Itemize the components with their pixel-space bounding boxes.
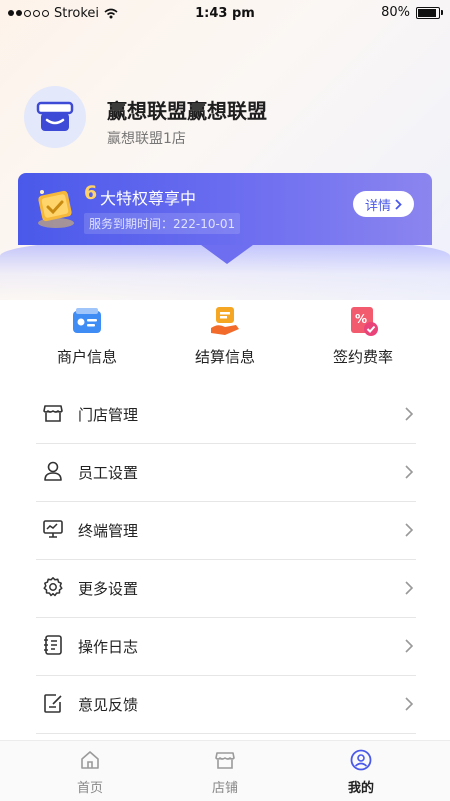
chevron-right-icon [395, 198, 402, 210]
battery-icon [416, 6, 443, 19]
menu-item-label: 终端管理 [78, 522, 139, 540]
branch-name: 赢想联盟1店 [107, 131, 186, 147]
user-icon [44, 461, 62, 481]
chevron-right-icon [405, 523, 414, 537]
menu-item-label: 门店管理 [78, 406, 139, 424]
chevron-right-icon [405, 697, 414, 711]
quick-action-label: 商户信息 [56, 348, 117, 366]
store-logo-icon [36, 101, 74, 131]
shop-icon [215, 752, 235, 769]
home-icon [81, 751, 99, 769]
quick-action-merchant-info[interactable]: 商户信息 [22, 298, 152, 367]
store-name: 赢想联盟赢想联盟 [107, 99, 267, 123]
tab-label: 我的 [347, 781, 374, 796]
tab-label: 店铺 [211, 781, 238, 796]
rate-icon: % [351, 307, 378, 336]
menu-item-operation-log[interactable]: 操作日志 [36, 618, 416, 676]
menu-item-label: 更多设置 [78, 580, 139, 598]
vip-banner[interactable]: 6 大特权尊享中 服务到期时间：222-10-01 详情 [18, 173, 432, 245]
feedback-icon [44, 694, 62, 713]
status-bar: Strokei 1:43 pm 80% [0, 0, 450, 28]
merchant-card-icon [73, 308, 101, 333]
monitor-icon [43, 520, 63, 538]
vip-privilege-count: 6 [84, 182, 98, 204]
detail-button-label: 详情 [364, 198, 391, 214]
tab-shop[interactable]: 店铺 [150, 747, 300, 796]
vip-badge-icon [38, 190, 74, 228]
quick-action-signed-rate[interactable]: % 签约费率 [298, 298, 428, 367]
vip-expire: 服务到期时间：222-10-01 [84, 213, 241, 234]
quick-action-label: 结算信息 [194, 348, 255, 366]
menu-item-terminal-management[interactable]: 终端管理 [36, 502, 416, 560]
vip-title: 大特权尊享中 [100, 189, 197, 208]
battery-area: 80% [381, 5, 443, 20]
profile-icon [350, 749, 372, 771]
menu-item-label: 员工设置 [78, 464, 139, 482]
bottom-tab-bar: 首页 店铺 我的 [0, 740, 450, 801]
menu-item-feedback[interactable]: 意见反馈 [36, 676, 416, 734]
detail-button[interactable]: 详情 [352, 191, 414, 217]
quick-actions: 商户信息 结算信息 % 签约费率 [0, 298, 450, 368]
menu-item-label: 意见反馈 [78, 696, 139, 714]
tab-mine[interactable]: 我的 [286, 747, 436, 796]
menu-item-label: 操作日志 [78, 638, 139, 656]
battery-percent: 80% [381, 5, 410, 20]
tab-home[interactable]: 首页 [15, 747, 165, 796]
quick-action-settlement-info[interactable]: 结算信息 [160, 298, 290, 367]
chevron-right-icon [405, 465, 414, 479]
chevron-right-icon [405, 407, 414, 421]
menu-item-more-settings[interactable]: 更多设置 [36, 560, 416, 618]
log-icon [44, 635, 62, 655]
chevron-right-icon [405, 581, 414, 595]
tab-label: 首页 [76, 781, 103, 796]
settlement-icon [211, 307, 239, 335]
vip-banner-notch [197, 242, 257, 264]
settings-menu: 门店管理 员工设置 终端管理 更多设置 操作日志 意见反馈 [36, 386, 416, 734]
store-avatar[interactable] [24, 86, 86, 148]
store-icon [43, 405, 63, 422]
svg-text:%: % [355, 312, 367, 326]
menu-item-store-management[interactable]: 门店管理 [36, 386, 416, 444]
quick-action-label: 签约费率 [332, 348, 393, 366]
vip-expire-date: 222-10-01 [173, 217, 236, 231]
vip-expire-label: 服务到期时间： [89, 217, 174, 231]
menu-item-staff-settings[interactable]: 员工设置 [36, 444, 416, 502]
chevron-right-icon [405, 639, 414, 653]
gear-icon [43, 577, 63, 597]
